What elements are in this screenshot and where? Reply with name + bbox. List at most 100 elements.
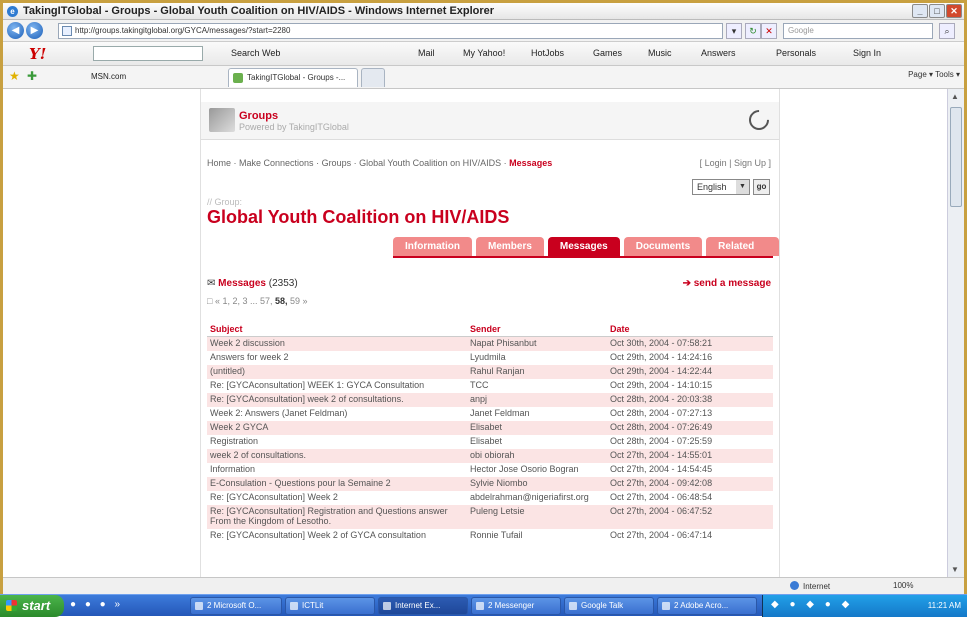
row-sender[interactable]: Elisabet	[467, 435, 607, 449]
table-row[interactable]: Registration Elisabet Oct 28th, 2004 - 0…	[207, 435, 773, 449]
breadcrumb-group[interactable]: Global Youth Coalition on HIV/AIDS	[359, 158, 501, 168]
login-signup-link[interactable]: [ Login | Sign Up ]	[700, 158, 771, 168]
back-arrow-icon[interactable]: ◀	[7, 22, 24, 39]
row-sender[interactable]: Puleng Letsie	[467, 504, 607, 529]
browser-tab-takingitglobal[interactable]: TakingITGlobal - Groups -...	[228, 68, 358, 87]
table-row[interactable]: Week 2: Answers (Janet Feldman) Janet Fe…	[207, 407, 773, 421]
yahoo-mail[interactable]: Mail	[418, 48, 435, 58]
row-subject[interactable]: Week 2 discussion	[207, 336, 467, 351]
table-row[interactable]: Re: [GYCAconsultation] Week 2 of GYCA co…	[207, 529, 773, 543]
row-sender[interactable]: Lyudmila	[467, 351, 607, 365]
favorites-star-icon[interactable]: ★	[9, 69, 20, 83]
table-row[interactable]: (untitled) Rahul Ranjan Oct 29th, 2004 -…	[207, 364, 773, 379]
column-sender[interactable]: Sender	[467, 322, 607, 337]
stop-icon[interactable]: ✕	[761, 23, 777, 39]
clock[interactable]: 11:21 AM	[928, 601, 961, 610]
yahoo-hotjobs[interactable]: HotJobs	[531, 48, 564, 58]
quick-launch-icons[interactable]: ● ● ● »	[70, 599, 123, 610]
refresh-icon[interactable]: ↻	[745, 23, 761, 39]
row-sender[interactable]: TCC	[467, 379, 607, 393]
minimize-button[interactable]: _	[912, 4, 928, 18]
zoom-level[interactable]: 100%	[893, 581, 913, 590]
search-icon[interactable]: ⌕	[939, 23, 955, 39]
row-subject[interactable]: Week 2: Answers (Janet Feldman)	[207, 407, 467, 421]
table-row[interactable]: Week 2 discussion Napat Phisanbut Oct 30…	[207, 336, 773, 351]
close-button[interactable]: ✕	[946, 4, 962, 18]
tab-information[interactable]: Information	[393, 237, 472, 256]
send-message-link[interactable]: ➔ send a message	[683, 278, 771, 289]
scroll-down-icon[interactable]: ▼	[951, 565, 959, 574]
tab-documents[interactable]: Documents	[623, 237, 703, 256]
table-row[interactable]: Week 2 GYCA Elisabet Oct 28th, 2004 - 07…	[207, 420, 773, 435]
row-subject[interactable]: Re: [GYCAconsultation] WEEK 1: GYCA Cons…	[207, 379, 467, 393]
table-row[interactable]: E-Consulation - Questions pour la Semain…	[207, 476, 773, 491]
yahoo-games[interactable]: Games	[593, 48, 622, 58]
row-sender[interactable]: Elisabet	[467, 420, 607, 435]
add-favorite-icon[interactable]: ✚	[27, 69, 37, 83]
row-subject[interactable]: (untitled)	[207, 364, 467, 379]
row-sender[interactable]: Rahul Ranjan	[467, 364, 607, 379]
vertical-scrollbar[interactable]: ▲ ▼	[947, 89, 964, 577]
row-sender[interactable]: Hector Jose Osorio Bogran	[467, 463, 607, 477]
go-button[interactable]: go	[753, 179, 770, 195]
row-subject[interactable]: week 2 of consultations.	[207, 448, 467, 463]
command-bar[interactable]: Page ▾ Tools ▾	[908, 70, 960, 79]
tab-messages[interactable]: Messages	[547, 237, 620, 256]
maximize-button[interactable]: □	[929, 4, 945, 18]
yahoo-answers[interactable]: Answers	[701, 48, 736, 58]
row-subject[interactable]: Answers for week 2	[207, 351, 467, 365]
scrollbar-thumb[interactable]	[950, 107, 962, 207]
row-sender[interactable]: abdelrahman@nigeriafirst.org	[467, 491, 607, 505]
row-sender[interactable]: Ronnie Tufail	[467, 529, 607, 543]
yahoo-search-web[interactable]: Search Web	[231, 48, 280, 58]
table-row[interactable]: Re: [GYCAconsultation] WEEK 1: GYCA Cons…	[207, 379, 773, 393]
new-tab-button[interactable]	[361, 68, 385, 87]
pager-first-icon[interactable]: □	[207, 296, 212, 306]
breadcrumb-make-connections[interactable]: Make Connections	[239, 158, 314, 168]
yahoo-search-input[interactable]	[93, 46, 203, 61]
messages-label[interactable]: Messages	[218, 278, 266, 289]
groups-header-title[interactable]: Groups	[239, 110, 278, 122]
taskbar-button-word[interactable]: 2 Microsoft O...	[190, 597, 282, 615]
row-subject[interactable]: Re: [GYCAconsultation] week 2 of consult…	[207, 392, 467, 407]
url-field[interactable]: http://groups.takingitglobal.org/GYCA/me…	[58, 23, 723, 39]
taskbar-button-ictlit[interactable]: ICTLit	[285, 597, 375, 615]
language-select[interactable]: English ▼	[692, 179, 750, 195]
row-subject[interactable]: Registration	[207, 435, 467, 449]
table-row[interactable]: Re: [GYCAconsultation] Registration and …	[207, 504, 773, 529]
yahoo-sign-in[interactable]: Sign In	[853, 48, 881, 58]
row-sender[interactable]: Janet Feldman	[467, 407, 607, 421]
start-button[interactable]: start	[0, 595, 64, 617]
msn-link[interactable]: MSN.com	[91, 72, 126, 81]
taskbar-button-google-talk[interactable]: Google Talk	[564, 597, 654, 615]
row-sender[interactable]: Sylvie Niombo	[467, 476, 607, 491]
table-row[interactable]: Re: [GYCAconsultation] Week 2 abdelrahma…	[207, 491, 773, 505]
scroll-up-icon[interactable]: ▲	[951, 92, 959, 101]
tab-members[interactable]: Members	[476, 237, 544, 256]
table-row[interactable]: Information Hector Jose Osorio Bogran Oc…	[207, 463, 773, 477]
table-row[interactable]: Re: [GYCAconsultation] week 2 of consult…	[207, 392, 773, 407]
row-subject[interactable]: Re: [GYCAconsultation] Registration and …	[207, 504, 467, 529]
pager-next[interactable]: 59 »	[290, 296, 308, 306]
taskbar-button-acrobat[interactable]: 2 Adobe Acro...	[657, 597, 757, 615]
column-subject[interactable]: Subject	[207, 322, 467, 337]
row-sender[interactable]: obi obiorah	[467, 448, 607, 463]
breadcrumb-home[interactable]: Home	[207, 158, 231, 168]
row-sender[interactable]: Napat Phisanbut	[467, 336, 607, 351]
yahoo-my-yahoo[interactable]: My Yahoo!	[463, 48, 505, 58]
row-subject[interactable]: Re: [GYCAconsultation] Week 2 of GYCA co…	[207, 529, 467, 543]
url-dropdown-icon[interactable]: ▾	[726, 23, 742, 39]
row-subject[interactable]: Re: [GYCAconsultation] Week 2	[207, 491, 467, 505]
taskbar-button-messenger[interactable]: 2 Messenger	[471, 597, 561, 615]
breadcrumb-groups[interactable]: Groups	[322, 158, 352, 168]
row-sender[interactable]: anpj	[467, 392, 607, 407]
row-subject[interactable]: E-Consulation - Questions pour la Semain…	[207, 476, 467, 491]
taskbar-button-ie[interactable]: Internet Ex...	[378, 597, 468, 615]
yahoo-logo[interactable]: Y!	[29, 45, 46, 63]
search-input[interactable]: Google	[783, 23, 933, 39]
column-date[interactable]: Date	[607, 322, 773, 337]
table-row[interactable]: week 2 of consultations. obi obiorah Oct…	[207, 448, 773, 463]
tray-icons[interactable]: ◆ ● ◆ ● ◆	[771, 599, 853, 610]
table-row[interactable]: Answers for week 2 Lyudmila Oct 29th, 20…	[207, 351, 773, 365]
row-subject[interactable]: Information	[207, 463, 467, 477]
